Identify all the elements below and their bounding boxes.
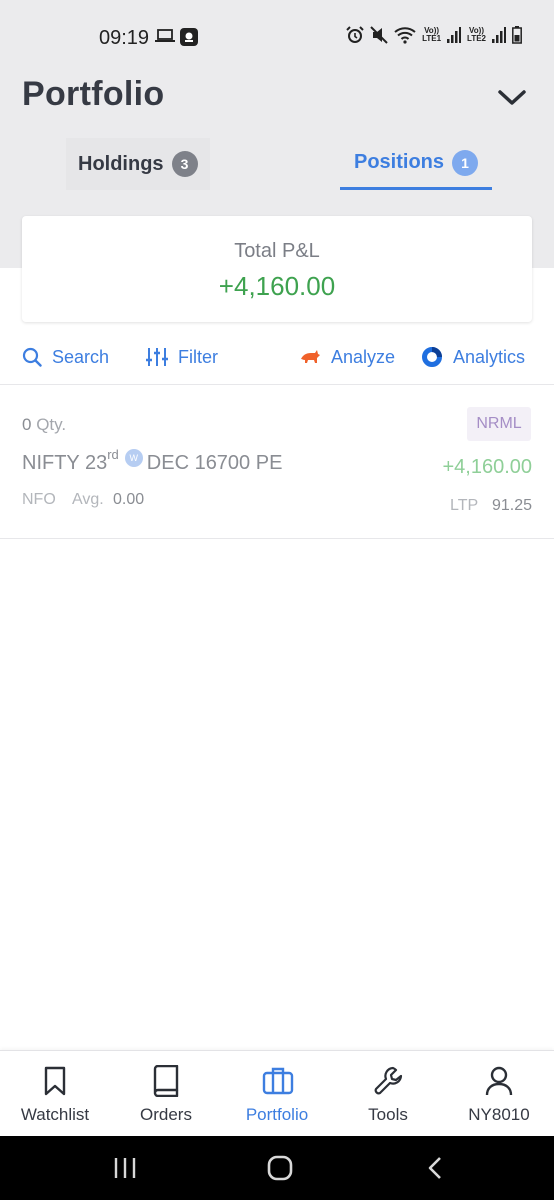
home-icon[interactable] xyxy=(266,1154,294,1182)
holdings-count-badge: 3 xyxy=(171,151,198,177)
analytics-button[interactable]: Analytics xyxy=(421,344,525,370)
nav-portfolio-label: Portfolio xyxy=(245,1105,309,1124)
filter-label: Filter xyxy=(178,346,218,367)
weekly-badge: W xyxy=(124,449,143,467)
search-button[interactable]: Search xyxy=(22,344,109,370)
search-icon xyxy=(22,347,42,367)
tab-positions[interactable]: Positions 1 xyxy=(340,138,492,190)
total-pnl-label: Total P&L xyxy=(234,240,320,262)
bull-icon xyxy=(301,350,320,363)
laptop-icon xyxy=(155,29,175,42)
position-qty: 0 Qty. xyxy=(22,415,66,435)
mute-icon xyxy=(370,26,388,44)
wifi-icon xyxy=(394,27,416,44)
analyze-label: Analyze xyxy=(331,346,396,367)
bottom-nav: Watchlist Orders Portfolio Tools NY8010 xyxy=(0,1050,554,1136)
nav-tools-label: Tools xyxy=(368,1105,408,1124)
filter-icon xyxy=(146,348,168,366)
nav-watchlist[interactable]: Watchlist xyxy=(0,1051,110,1137)
instrument-name: NIFTY 23rd W DEC 16700 PE xyxy=(22,447,283,475)
total-pnl-card: Total P&L +4,160.00 xyxy=(22,216,532,322)
analytics-icon xyxy=(422,347,442,367)
nav-orders-label: Orders xyxy=(140,1105,192,1124)
instrument-contract: DEC 16700 PE xyxy=(146,452,283,474)
tab-positions-label: Positions xyxy=(353,151,444,173)
sim2-label: Vo)) LTE2 xyxy=(467,26,486,43)
book-icon xyxy=(153,1065,179,1097)
ltp-label: LTP xyxy=(450,497,479,514)
position-pnl: +4,160.00 xyxy=(442,456,532,478)
exchange-label: NFO xyxy=(22,491,56,508)
signal-icon xyxy=(492,27,506,43)
signal-icon xyxy=(447,27,462,43)
briefcase-icon xyxy=(262,1067,294,1095)
chevron-down-icon[interactable] xyxy=(496,82,528,112)
positions-count-badge: 1 xyxy=(452,149,478,176)
alarm-icon xyxy=(346,26,364,43)
ltp-value: 91.25 xyxy=(491,497,532,514)
expiry-suffix: rd xyxy=(107,447,119,463)
nav-account-label: NY8010 xyxy=(468,1105,530,1124)
product-type-badge: NRML xyxy=(467,407,531,441)
status-icons: Vo)) LTE1 Vo)) LTE2 xyxy=(346,26,522,44)
nav-watchlist-label: Watchlist xyxy=(20,1105,90,1124)
battery-icon xyxy=(512,26,522,44)
user-icon xyxy=(485,1066,513,1096)
total-pnl-value: +4,160.00 xyxy=(218,271,336,301)
page-title: Portfolio xyxy=(22,75,165,113)
back-icon[interactable] xyxy=(424,1154,446,1182)
recent-apps-icon[interactable] xyxy=(113,1154,137,1182)
bookmark-icon xyxy=(44,1066,66,1096)
nav-orders[interactable]: Orders xyxy=(111,1051,221,1137)
system-nav-bar xyxy=(0,1136,554,1200)
nav-portfolio[interactable]: Portfolio xyxy=(222,1051,332,1137)
search-label: Search xyxy=(52,346,110,367)
app-badge-icon xyxy=(180,28,198,46)
nav-tools[interactable]: Tools xyxy=(333,1051,443,1137)
tab-holdings-label: Holdings xyxy=(78,152,164,175)
analyze-button[interactable]: Analyze xyxy=(299,344,395,370)
nav-account[interactable]: NY8010 xyxy=(444,1051,554,1137)
avg-value: 0.00 xyxy=(113,491,145,508)
status-bar: 09:19 Vo)) LTE1 Vo)) LTE2 xyxy=(0,0,554,72)
analytics-label: Analytics xyxy=(453,346,526,367)
tab-holdings[interactable]: Holdings 3 xyxy=(66,138,210,190)
instrument-symbol: NIFTY 23 xyxy=(22,452,108,474)
qty-value: 0 xyxy=(22,415,32,434)
sim1-label: Vo)) LTE1 xyxy=(422,26,442,43)
status-time: 09:19 xyxy=(99,27,150,49)
qty-label: Qty. xyxy=(36,415,67,434)
avg-label: Avg. xyxy=(72,491,104,508)
filter-button[interactable]: Filter xyxy=(146,344,218,370)
wrench-icon xyxy=(374,1066,403,1095)
position-row[interactable]: 0 Qty. NRML NIFTY 23rd W DEC 16700 PE +4,1… xyxy=(0,385,554,539)
